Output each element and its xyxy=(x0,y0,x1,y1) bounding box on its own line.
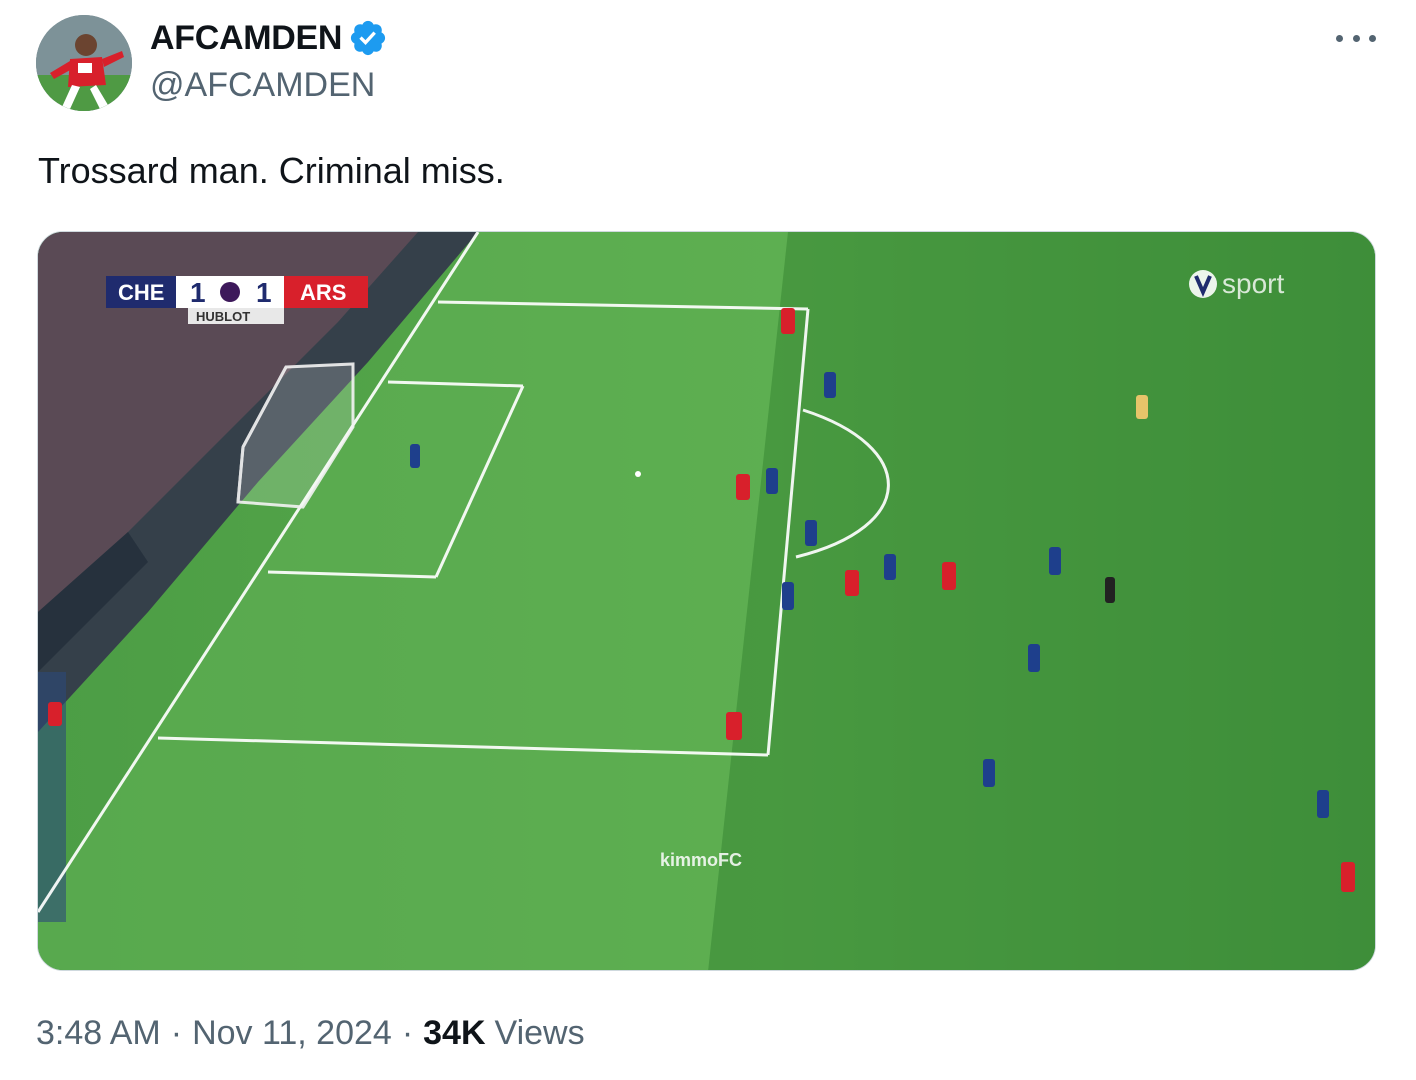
premier-league-logo-icon xyxy=(220,282,240,302)
tweet-video[interactable]: CHE 1 1 ARS HUBLOT sport kimmoFC xyxy=(37,231,1376,971)
home-team-label: CHE xyxy=(118,280,164,305)
avatar-icon xyxy=(36,15,132,111)
broadcaster-logo: sport xyxy=(1189,268,1284,299)
meta-separator: · xyxy=(170,1014,183,1052)
views-label: Views xyxy=(494,1014,585,1052)
tweet-text: Trossard man. Criminal miss. xyxy=(38,150,505,191)
away-score: 1 xyxy=(256,277,272,308)
views-count: 34K xyxy=(423,1014,486,1052)
author-name-row: AFCAMDEN xyxy=(150,18,388,58)
video-watermark: kimmoFC xyxy=(660,850,742,870)
meta-separator: · xyxy=(401,1014,414,1052)
tweet-time[interactable]: 3:48 AM xyxy=(36,1014,161,1053)
tweet-date[interactable]: Nov 11, 2024 xyxy=(192,1014,392,1053)
avatar[interactable] xyxy=(36,15,132,111)
more-options-icon[interactable] xyxy=(1336,26,1376,50)
author-handle[interactable]: @AFCAMDEN xyxy=(150,66,375,105)
tweet-meta: 3:48 AM · Nov 11, 2024 · 34K Views xyxy=(36,1014,585,1053)
scoreboard-sponsor: HUBLOT xyxy=(196,309,250,324)
display-name[interactable]: AFCAMDEN xyxy=(150,19,342,58)
broadcaster-name: sport xyxy=(1222,268,1284,299)
video-frame: CHE 1 1 ARS HUBLOT sport kimmoFC xyxy=(38,232,1375,970)
away-team-label: ARS xyxy=(300,280,346,305)
tweet-card: AFCAMDEN @AFCAMDEN Trossard man. Crimina… xyxy=(0,0,1416,1080)
verified-badge-icon[interactable] xyxy=(348,18,388,58)
home-score: 1 xyxy=(190,277,206,308)
